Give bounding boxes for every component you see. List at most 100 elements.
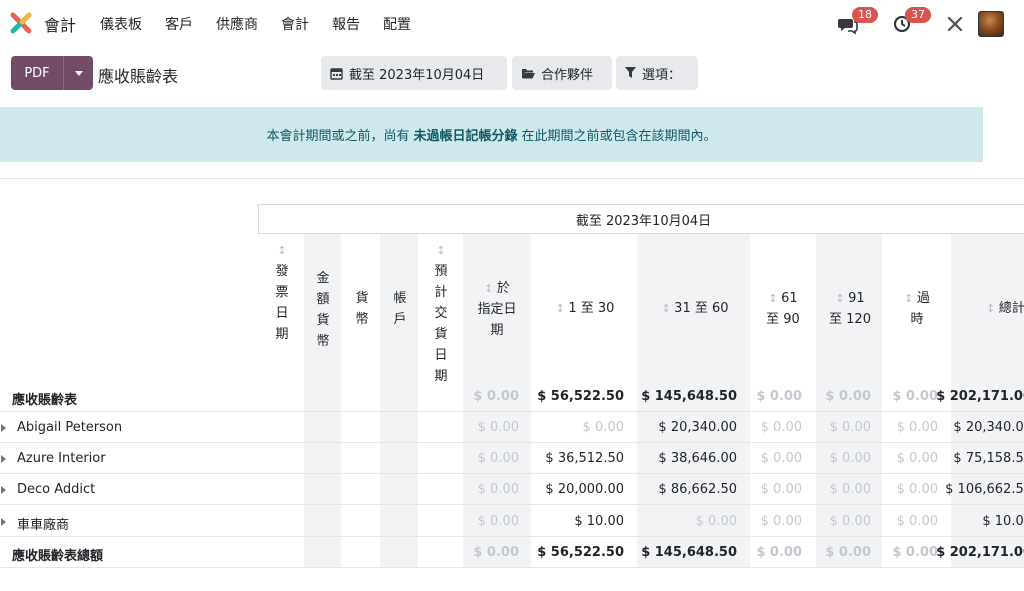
header-text: 總計 [998,301,1024,316]
header-char: 票 [275,285,289,300]
column-header-31-60[interactable]: ↕ 31 至 60 [645,298,745,319]
column-header-invoice-date[interactable]: ↕ 發 票 日 期 [273,240,291,345]
cell-1-30: $ 10.00 [574,514,624,529]
sort-icon: ↕ [904,292,917,305]
header-char: 日 [434,348,448,363]
messages-count-badge: 18 [852,7,878,23]
row-label[interactable]: Abigail Peterson [17,420,122,435]
cell-total: $ 10.00 [982,514,1024,529]
cell-total: $ 20,340.00 [953,420,1024,435]
table-row[interactable]: Abigail Peterson $ 0.00 $ 0.00 $ 20,340.00 $… [0,412,1024,443]
caret-right-icon[interactable] [1,486,6,494]
caret-right-icon[interactable] [1,518,6,526]
user-avatar[interactable] [978,11,1004,37]
alert-text-before: 本會計期間或之前，尚有 [266,129,410,144]
row-label[interactable]: 車車廠商 [17,514,69,533]
caret-right-icon[interactable] [1,424,6,432]
unposted-entries-link[interactable]: 未過帳日記帳分錄 [413,125,517,144]
export-dropdown-toggle[interactable] [63,56,93,90]
activities-count-badge: 37 [905,7,931,23]
cell-61-90: $ 0.00 [760,451,802,466]
header-char: 計 [434,285,448,300]
menu-item-dashboard[interactable]: 儀表板 [100,14,142,34]
menu-item-reporting[interactable]: 報告 [332,14,360,34]
folder-open-icon [522,69,535,79]
activities-menu[interactable]: 37 [893,7,933,37]
date-filter-button[interactable]: 截至 2023年10月04日 [321,56,507,90]
menu-item-accounting[interactable]: 會計 [281,14,309,34]
column-header-as-of[interactable]: ↕ 於 指定日 期 [465,278,529,341]
column-header-91-120[interactable]: ↕ 91 至 120 [819,288,881,330]
header-char: 交 [434,306,448,321]
cell-1-30: $ 36,512.50 [545,451,624,466]
pdf-button[interactable]: PDF [11,56,63,90]
header-char: 幣 [316,334,330,349]
column-header-expected-date[interactable]: ↕ 預 計 交 貨 日 期 [431,240,451,387]
menu-item-customers[interactable]: 客戶 [165,14,193,34]
cell-61-90: $ 0.00 [760,420,802,435]
cell-as-of: $ 0.00 [477,514,519,529]
report-title-row: 應收賬齡表 $ 0.00 $ 56,522.50 $ 145,648.50 $ 0.00… [0,381,1024,412]
cell-61-90: $ 0.00 [760,482,802,497]
column-header-currency[interactable]: 貨 幣 [352,288,372,330]
page-title: 應收賬齡表 [98,67,179,86]
options-filter-button[interactable]: 選項： [616,56,698,90]
calendar-icon [330,67,343,80]
pdf-button-group: PDF [11,56,93,90]
menu-item-vendors[interactable]: 供應商 [216,14,258,34]
cell-older: $ 0.00 [896,482,938,497]
row-label[interactable]: Deco Addict [17,482,95,497]
caret-right-icon[interactable] [1,455,6,463]
column-header-amount-currency[interactable]: 金 額 貨 幣 [313,268,333,352]
debug-tools-icon[interactable] [946,15,964,33]
partner-filter-button[interactable]: 合作夥伴 [512,56,612,90]
date-filter-label: 截至 2023年10月04日 [349,67,485,83]
cell-61-90: $ 0.00 [756,389,802,404]
header-text: 時 [910,312,924,327]
cell-31-60: $ 86,662.50 [658,482,737,497]
menu-item-configuration[interactable]: 配置 [383,14,411,34]
total-row: 應收賬齡表總額 $ 0.00 $ 56,522.50 $ 145,648.50 $ 0.… [0,537,1024,568]
filter-icon [625,67,636,78]
header-text: 指定日 [477,302,517,317]
column-header-61-90[interactable]: ↕ 61 至 90 [752,288,814,330]
cell-31-60: $ 38,646.00 [658,451,737,466]
main-menu: 儀表板 客戶 供應商 會計 報告 配置 [100,14,434,34]
cell-as-of: $ 0.00 [473,389,519,404]
column-header-total[interactable]: ↕ 總計 [986,298,1024,319]
header-text: 1 至 30 [568,301,615,316]
period-header: 截至 2023年10月04日 [258,204,1024,234]
options-filter-label: 選項： [642,67,682,83]
table-row[interactable]: Deco Addict $ 0.00 $ 20,000.00 $ 86,662.50 $… [0,474,1024,505]
row-label[interactable]: Azure Interior [17,451,106,466]
header-text: 61 [781,291,798,306]
cell-91-120: $ 0.00 [825,389,871,404]
sort-icon: ↕ [661,302,675,315]
table-row[interactable]: Azure Interior $ 0.00 $ 36,512.50 $ 38,646.… [0,443,1024,474]
cell-31-60: $ 20,340.00 [658,420,737,435]
table-row[interactable]: 車車廠商 $ 0.00 $ 10.00 $ 0.00 $ 0.00 $ 0.00 $ 0.0… [0,506,1024,537]
top-navbar: 會計 儀表板 客戶 供應商 會計 報告 配置 18 37 [0,0,1024,46]
column-header-older[interactable]: ↕ 過 時 [888,288,946,330]
header-char: 日 [275,306,289,321]
cell-as-of: $ 0.00 [477,420,519,435]
caret-down-icon [74,70,83,76]
cell-91-120: $ 0.00 [829,451,871,466]
header-text: 91 [848,291,865,306]
row-divider [0,567,1024,568]
cell-older: $ 0.00 [896,420,938,435]
cell-as-of: $ 0.00 [477,482,519,497]
header-char: 發 [275,264,289,279]
column-header-1-30[interactable]: ↕ 1 至 30 [540,298,630,319]
header-char: 金 [316,271,330,286]
cell-as-of: $ 0.00 [473,545,519,560]
cell-31-60: $ 145,648.50 [641,545,737,560]
row-divider [0,504,1024,505]
column-header-account[interactable]: 帳 戶 [390,288,410,330]
sort-icon: ↕ [768,292,782,305]
cell-91-120: $ 0.00 [829,420,871,435]
accounting-app-icon[interactable] [10,12,32,34]
sort-icon: ↕ [436,244,446,257]
app-name[interactable]: 會計 [44,12,76,36]
messages-menu[interactable]: 18 [838,7,878,37]
